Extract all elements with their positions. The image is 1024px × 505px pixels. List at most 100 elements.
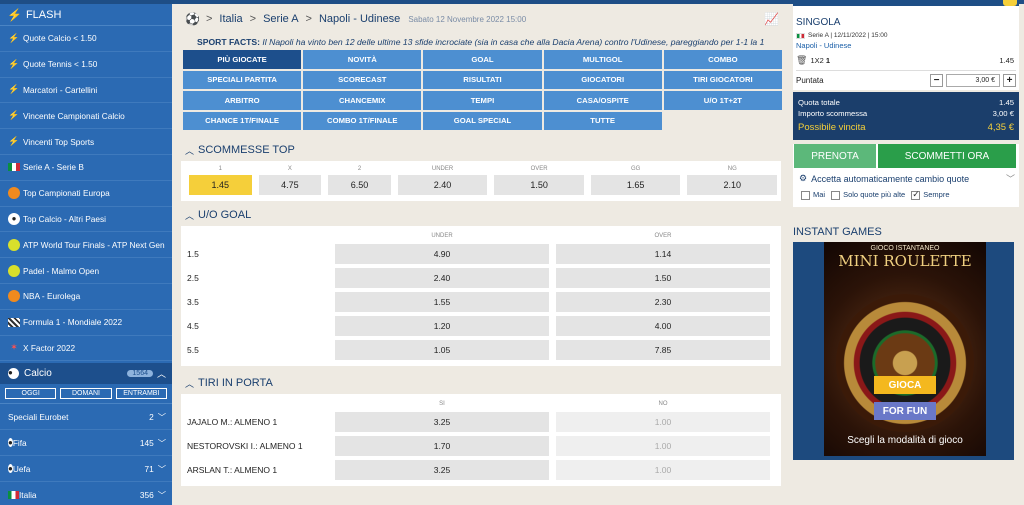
odd-button[interactable]: 2 6.50 bbox=[328, 166, 391, 195]
market-tab[interactable]: PIÙ GIOCATE bbox=[183, 50, 302, 69]
flash-header[interactable]: ⚡ FLASH bbox=[0, 4, 172, 26]
prenota-button[interactable]: PRENOTA bbox=[794, 144, 876, 168]
chevron-down-icon[interactable]: ﹀ bbox=[158, 463, 166, 475]
market-tab[interactable]: CASA/OSPITE bbox=[543, 91, 662, 110]
odd-button[interactable]: GG 1.65 bbox=[590, 166, 681, 195]
bet-match[interactable]: Napoli - Udinese bbox=[796, 41, 1016, 50]
checkbox[interactable] bbox=[831, 190, 841, 200]
accept-odds-change[interactable]: ⚙ Accetta automaticamente cambio quote ﹀ bbox=[793, 170, 1019, 187]
sidebar-item[interactable]: ● Top Calcio - Altri Paesi bbox=[0, 207, 172, 233]
chevron-down-icon[interactable]: ﹀ bbox=[158, 489, 166, 501]
market-tab[interactable]: RISULTATI bbox=[423, 70, 542, 89]
market-tab[interactable]: U/O 1T+2T bbox=[663, 91, 782, 110]
option-sempre[interactable]: Sempre bbox=[911, 189, 950, 200]
si-odd[interactable]: 3.25 bbox=[335, 412, 549, 432]
market-tab[interactable]: GIOCATORI bbox=[543, 70, 662, 89]
sidebar-item[interactable]: Top Campionati Europa bbox=[0, 181, 172, 207]
sidebar-subitem[interactable]: ● Fifa 145 ﹀ bbox=[0, 430, 172, 457]
market-tab[interactable]: SCORECAST bbox=[303, 70, 422, 89]
si-odd[interactable]: 1.70 bbox=[335, 436, 549, 456]
plus-button[interactable]: + bbox=[1003, 74, 1016, 87]
over-odd[interactable]: 2.30 bbox=[556, 292, 770, 312]
odd-button[interactable]: UNDER 2.40 bbox=[397, 166, 488, 195]
odd-value[interactable]: 1.45 bbox=[189, 175, 252, 195]
under-odd[interactable]: 4.90 bbox=[335, 244, 549, 264]
section-title: SCOMMESSE TOP bbox=[198, 144, 295, 156]
tab-oggi[interactable]: OGGI bbox=[5, 388, 57, 400]
scommetti-ora-button[interactable]: SCOMMETTI ORA bbox=[878, 144, 1016, 168]
odd-value[interactable]: 2.40 bbox=[397, 175, 488, 195]
odd-value[interactable]: 2.10 bbox=[687, 175, 778, 195]
market-tab[interactable]: CHANCE 1T/FINALE bbox=[183, 111, 302, 130]
chevron-up-icon[interactable]: ︿ bbox=[157, 367, 166, 380]
calcio-header[interactable]: ● Calcio 1564 ︿ bbox=[0, 363, 172, 385]
sidebar-item[interactable]: ✶ X Factor 2022 bbox=[0, 336, 172, 362]
market-tab[interactable]: GOAL bbox=[423, 50, 542, 69]
si-odd[interactable]: 3.25 bbox=[335, 460, 549, 480]
under-odd[interactable]: 2.40 bbox=[335, 268, 549, 288]
breadcrumb-sport[interactable]: Italia bbox=[219, 13, 242, 25]
option-solo-piu-alte[interactable]: Solo quote più alte bbox=[831, 190, 905, 200]
sidebar-item[interactable]: Padel - Malmo Open bbox=[0, 258, 172, 284]
under-odd[interactable]: 1.20 bbox=[335, 316, 549, 336]
market-tab[interactable]: NOVITÀ bbox=[303, 50, 422, 69]
sidebar-item[interactable]: ⚡ Marcatori - Cartellini bbox=[0, 78, 172, 104]
stake-input[interactable]: 3,00 € bbox=[946, 74, 1000, 87]
market-tab[interactable]: TEMPI bbox=[423, 91, 542, 110]
betslip-tab-marker[interactable] bbox=[1003, 0, 1017, 6]
sidebar-subitem[interactable]: Italia 356 ﹀ bbox=[0, 482, 172, 505]
sidebar-item[interactable]: Serie A - Serie B bbox=[0, 155, 172, 181]
option-mai[interactable]: Mai bbox=[801, 190, 825, 200]
over-odd[interactable]: 1.14 bbox=[556, 244, 770, 264]
gioca-button[interactable]: GIOCA bbox=[874, 376, 936, 394]
market-tab[interactable]: SPECIALI PARTITA bbox=[183, 70, 302, 89]
under-odd[interactable]: 1.05 bbox=[335, 340, 549, 360]
trash-icon[interactable]: 🗑 bbox=[796, 55, 807, 66]
market-tab[interactable]: COMBO 1T/FINALE bbox=[303, 111, 422, 130]
over-odd[interactable]: 1.50 bbox=[556, 268, 770, 288]
over-odd[interactable]: 4.00 bbox=[556, 316, 770, 336]
scommesse-top-header[interactable]: ︿ SCOMMESSE TOP bbox=[181, 139, 781, 161]
over-odd[interactable]: 7.85 bbox=[556, 340, 770, 360]
odd-value[interactable]: 6.50 bbox=[328, 175, 391, 195]
sidebar-item[interactable]: ATP World Tour Finals - ATP Next Gen bbox=[0, 232, 172, 259]
under-odd[interactable]: 1.55 bbox=[335, 292, 549, 312]
checkbox-checked[interactable] bbox=[911, 189, 921, 200]
market-tab[interactable]: ARBITRO bbox=[183, 91, 302, 110]
sidebar-item[interactable]: NBA - Eurolega bbox=[0, 284, 172, 310]
tiri-in-porta-header[interactable]: ︿ TIRI IN PORTA bbox=[181, 372, 781, 394]
tab-entrambi[interactable]: ENTRAMBI bbox=[115, 388, 167, 400]
line-label: 1.5 bbox=[187, 249, 199, 259]
odd-button[interactable]: NG 2.10 bbox=[687, 166, 778, 195]
for-fun-button[interactable]: FOR FUN bbox=[874, 402, 936, 420]
sidebar-item[interactable]: ⚡ Quote Tennis < 1.50 bbox=[0, 52, 172, 78]
uo-goal-header[interactable]: ︿ U/O GOAL bbox=[181, 204, 781, 226]
odd-value[interactable]: 4.75 bbox=[258, 175, 322, 195]
tab-domani[interactable]: DOMANI bbox=[60, 388, 112, 400]
sidebar-item[interactable]: ⚡ Vincenti Top Sports bbox=[0, 129, 172, 155]
breadcrumb-league[interactable]: Serie A bbox=[263, 13, 298, 25]
chevron-down-icon[interactable]: ﹀ bbox=[1006, 172, 1015, 185]
sidebar-item[interactable]: ⚡ Quote Calcio < 1.50 bbox=[0, 26, 172, 52]
odd-button[interactable]: X 4.75 bbox=[258, 166, 322, 195]
checkbox[interactable] bbox=[801, 190, 810, 200]
market-tab[interactable]: TIRI GIOCATORI bbox=[663, 70, 782, 89]
chevron-down-icon[interactable]: ﹀ bbox=[158, 437, 166, 449]
market-tab[interactable]: GOAL SPECIAL bbox=[423, 111, 542, 130]
sidebar-subitem[interactable]: Speciali Eurobet 2 ﹀ bbox=[0, 404, 172, 431]
sidebar-item[interactable]: Formula 1 - Mondiale 2022 bbox=[0, 310, 172, 336]
market-tab[interactable]: CHANCEMIX bbox=[303, 91, 422, 110]
odd-value[interactable]: 1.50 bbox=[494, 175, 584, 195]
sidebar-item[interactable]: ⚡ Vincente Campionati Calcio bbox=[0, 103, 172, 130]
odd-button[interactable]: OVER 1.50 bbox=[494, 166, 584, 195]
mini-roulette-banner[interactable]: GIOCO ISTANTANEO MINI ROULETTE GIOCA FOR… bbox=[793, 242, 1014, 460]
odd-button[interactable]: 1 1.45 bbox=[189, 166, 252, 195]
minus-button[interactable]: − bbox=[930, 74, 943, 87]
chevron-down-icon[interactable]: ﹀ bbox=[158, 411, 166, 423]
market-tab[interactable]: TUTTE bbox=[543, 111, 662, 130]
sidebar-subitem[interactable]: ● Uefa 71 ﹀ bbox=[0, 456, 172, 483]
stats-chart-icon[interactable]: 📈 bbox=[764, 12, 779, 26]
market-tab[interactable]: MULTIGOL bbox=[543, 50, 662, 69]
odd-value[interactable]: 1.65 bbox=[590, 175, 681, 195]
market-tab[interactable]: COMBO bbox=[663, 50, 782, 69]
